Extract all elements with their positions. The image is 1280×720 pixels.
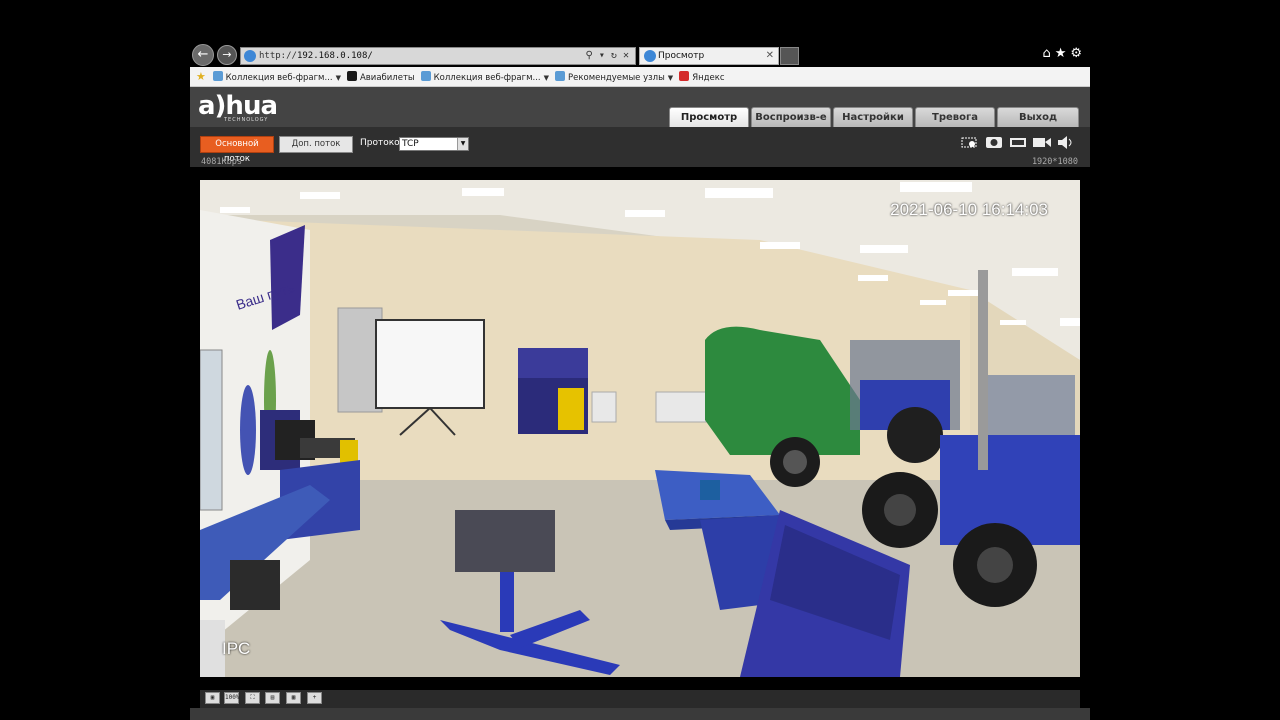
chevron-down-icon[interactable]: ▼: [544, 74, 549, 82]
zoom-region-icon[interactable]: [960, 135, 980, 150]
tab-alarm[interactable]: Тревога: [915, 107, 995, 127]
protocol-value: TCP: [402, 139, 419, 149]
original-size-icon[interactable]: 100%: [224, 692, 239, 704]
favorite-item[interactable]: Коллекция веб-фрагм... ▼: [212, 68, 341, 86]
favorite-label: Коллекция веб-фрагм...: [225, 73, 333, 83]
sub-stream-button[interactable]: Доп. поток: [279, 136, 353, 153]
layout-icon[interactable]: ▦: [286, 692, 301, 704]
home-favorites-settings-icons[interactable]: ⌂★⚙: [1042, 46, 1086, 61]
ptz-expand-icon[interactable]: +: [307, 692, 322, 704]
favorites-bar: ★ Коллекция веб-фрагм... ▼ Авиабилеты Колле…: [190, 67, 1090, 87]
fullscreen-icon[interactable]: ⛶: [245, 692, 260, 704]
favorite-icon: [679, 71, 690, 81]
tab-live-view[interactable]: Просмотр: [669, 107, 749, 127]
resolution-readout: 1920*1080: [1031, 157, 1078, 167]
triple-snapshot-icon[interactable]: [1008, 135, 1028, 150]
app-header: a)hua TECHNOLOGY Просмотр Воспроизв-е На…: [190, 87, 1090, 127]
forward-button[interactable]: →: [217, 45, 237, 65]
favorite-item[interactable]: Яндекс: [679, 68, 725, 86]
tab-title: Просмотр: [658, 51, 705, 61]
workshop-scene-image: Ваш путь: [200, 180, 1080, 677]
bitrate-readout: 4081Kbps: [201, 157, 242, 167]
new-tab-button[interactable]: [780, 47, 799, 65]
address-bar[interactable]: http://192.168.0.108/ ⚲ ▾ ↻ ✕: [240, 47, 636, 65]
favorite-label: Авиабилеты: [359, 73, 415, 83]
logo-subtitle: TECHNOLOGY: [224, 117, 269, 123]
tab-logout[interactable]: Выход: [997, 107, 1079, 127]
tab-playback[interactable]: Воспроизв-е: [751, 107, 831, 127]
favorite-icon: [555, 71, 566, 81]
browser-window: ← → http://192.168.0.108/ ⚲ ▾ ↻ ✕ Просмо…: [190, 40, 1090, 720]
favorites-list: Коллекция веб-фрагм... ▼ Авиабилеты Коллекц…: [212, 71, 731, 83]
address-tools-icons[interactable]: ⚲ ▾ ↻ ✕: [586, 48, 629, 64]
globe-icon: [244, 50, 256, 62]
favorite-icon: [346, 71, 357, 81]
tab-settings[interactable]: Настройки: [833, 107, 913, 127]
favorite-item[interactable]: Рекомендуемые узлы ▼: [555, 68, 673, 86]
url-host: 192.168.0.108/: [296, 51, 373, 61]
tab-close-icon[interactable]: ✕: [766, 48, 774, 64]
chevron-down-icon[interactable]: ▼: [457, 138, 468, 150]
snapshot-icon[interactable]: [984, 135, 1004, 150]
chevron-down-icon[interactable]: ▼: [668, 74, 673, 82]
video-panel[interactable]: Ваш путь 2021-06-10 16:14:03 IPC: [200, 167, 1080, 690]
video-controls-bar: ▣ 100% ⛶ ▤ ▦ +: [200, 690, 1080, 708]
favorite-item[interactable]: Коллекция веб-фрагм... ▼: [420, 68, 549, 86]
stream-toolbar: Основной поток Доп. поток Протокол TCP ▼…: [190, 127, 1090, 167]
osd-channel-name: IPC: [222, 639, 251, 658]
favorite-label: Яндекс: [692, 73, 725, 83]
osd-timestamp: 2021-06-10 16:14:03: [890, 200, 1048, 219]
url-prefix: http://: [259, 51, 297, 61]
record-icon[interactable]: [1032, 135, 1052, 150]
aspect-ratio-icon[interactable]: ▤: [265, 692, 280, 704]
protocol-select[interactable]: TCP ▼: [399, 137, 469, 151]
chevron-down-icon[interactable]: ▼: [336, 74, 341, 82]
favorites-star-icon[interactable]: ★: [196, 70, 206, 83]
volume-icon[interactable]: [1056, 135, 1076, 150]
favorite-item[interactable]: Авиабилеты: [346, 68, 415, 86]
favorite-icon: [420, 71, 431, 81]
favorite-label: Рекомендуемые узлы: [568, 73, 665, 83]
favorite-icon: [212, 71, 223, 81]
browser-tab[interactable]: Просмотр ✕: [639, 47, 779, 65]
back-button[interactable]: ←: [192, 44, 214, 66]
lower-panel: [190, 708, 1090, 720]
camera-video-feed[interactable]: Ваш путь 2021-06-10 16:14:03 IPC: [200, 180, 1080, 677]
globe-icon: [644, 50, 656, 62]
browser-toolbar: ← → http://192.168.0.108/ ⚲ ▾ ↻ ✕ Просмо…: [190, 40, 1090, 67]
fit-window-icon[interactable]: ▣: [205, 692, 220, 704]
favorite-label: Коллекция веб-фрагм...: [433, 73, 541, 83]
main-stream-button[interactable]: Основной поток: [200, 136, 274, 164]
dahua-logo: a)hua: [198, 91, 278, 121]
